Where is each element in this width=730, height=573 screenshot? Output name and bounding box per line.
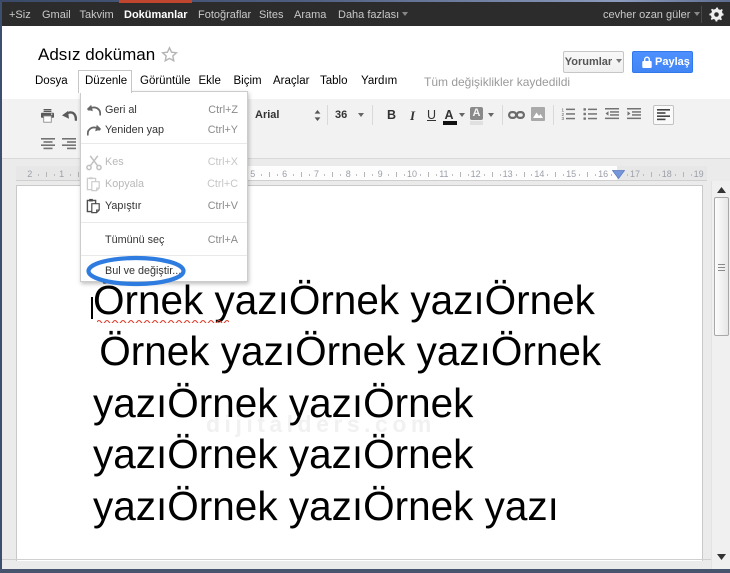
svg-text:3: 3 [562, 116, 565, 120]
